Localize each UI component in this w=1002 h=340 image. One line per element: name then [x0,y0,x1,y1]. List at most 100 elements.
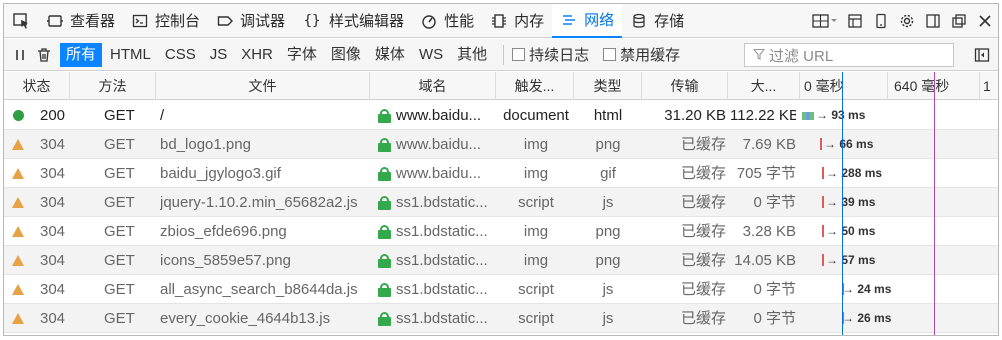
arrow-right-icon: → [824,137,840,151]
filter-fonts[interactable]: 字体 [281,43,323,67]
element-picker-button[interactable] [4,4,38,38]
clear-button[interactable] [32,39,56,71]
settings-button[interactable] [894,4,920,38]
cell-status: 304 [40,194,66,211]
status-cached-icon [12,313,24,324]
waterfall-time-label: → 93 ms [816,101,865,130]
persist-logs-box[interactable] [512,48,526,61]
arrow-right-icon: → [826,166,842,180]
cell-domain: www.baidu... [396,165,482,182]
cell-transferred: 已缓存 [680,194,726,211]
storage-icon [630,12,648,30]
waterfall-bar [806,112,810,120]
separate-window-button[interactable] [946,4,972,38]
url-filter-placeholder: 过滤 URL [769,47,834,65]
cell-cause: img [523,165,549,182]
phone-icon [876,13,886,29]
lock-icon [378,254,391,268]
column-domain[interactable]: 域名 [370,72,496,100]
waterfall-time: 57 ms [841,253,876,267]
pause-button[interactable] [8,39,32,71]
responsive-design-button[interactable] [808,4,842,38]
waterfall-time-label: → 24 ms [842,275,891,304]
url-filter-input[interactable]: 过滤 URL [744,43,954,67]
tab-style-editor[interactable]: {} 样式编辑器 [293,4,412,38]
sidebar-toggle-icon [974,48,990,62]
disable-cache-checkbox[interactable]: 禁用缓存 [603,44,680,65]
filter-images[interactable]: 图像 [325,43,367,67]
toggle-sidebar-button[interactable] [970,39,994,71]
cell-status: 304 [40,223,66,240]
cell-method: GET [104,107,135,124]
console-icon [131,12,149,30]
dock-side-button[interactable] [842,4,868,38]
split-console-button[interactable] [920,4,946,38]
filter-js[interactable]: JS [204,43,234,67]
trash-icon [38,47,50,62]
tab-network[interactable]: 网络 [552,4,623,38]
filter-all[interactable]: 所有 [60,42,103,67]
status-cached-icon [12,197,24,208]
column-size[interactable]: 大... [728,72,800,100]
table-row[interactable]: 304 GET all_async_search_b8644da.js ss1.bds… [4,275,998,304]
filter-css[interactable]: CSS [159,43,202,67]
cell-cause: script [518,194,554,211]
status-cached-icon [12,226,24,237]
tab-performance[interactable]: 性能 [412,4,482,38]
cell-file: bd_logo1.png [160,136,251,153]
cell-size: 0 字节 [753,310,796,327]
waterfall-time-label: → 39 ms [826,188,875,217]
waterfall-bar [822,254,824,266]
persist-logs-checkbox[interactable]: 持续日志 [512,44,589,65]
cell-method: GET [104,194,135,211]
waterfall-time: 39 ms [841,195,876,209]
table-row[interactable]: 304 GET zbios_efde696.png ss1.bdstatic... im… [4,217,998,246]
column-cause[interactable]: 触发... [496,72,574,100]
cell-size: 14.05 KB [734,252,796,269]
waterfall-scale-start[interactable]: 0 毫秒 [800,72,888,100]
filter-xhr[interactable]: XHR [235,43,279,67]
cell-size: 112.22 KB [730,107,796,124]
tab-debugger[interactable]: 调试器 [208,4,293,38]
status-cached-icon [12,284,24,295]
table-row[interactable]: 304 GET every_cookie_4644b13.js ss1.bdstati… [4,304,998,333]
tab-console[interactable]: 控制台 [123,4,208,38]
status-ok-icon [13,110,24,121]
responsive-design-icon [812,14,837,28]
filter-html[interactable]: HTML [104,43,157,67]
tab-memory[interactable]: 内存 [482,4,552,38]
waterfall-time: 26 ms [857,311,892,325]
tab-inspector[interactable]: 查看器 [38,4,123,38]
table-row[interactable]: 304 GET bd_logo1.png www.baidu... img png 已缓存 7… [4,130,998,159]
cell-cause: document [503,107,569,124]
column-method[interactable]: 方法 [70,72,156,100]
table-row[interactable]: 304 GET icons_5859e57.png ss1.bdstatic... im… [4,246,998,275]
cell-domain: www.baidu... [396,107,482,124]
cell-type: html [593,107,623,124]
cell-status: 304 [40,310,66,327]
filter-other[interactable]: 其他 [451,43,493,67]
column-transferred[interactable]: 传输 [642,72,728,100]
persist-logs-label: 持续日志 [529,47,590,64]
table-row[interactable]: 304 GET baidu_jgylogo3.gif www.baidu... img g… [4,159,998,188]
status-cached-icon [12,168,24,179]
arrow-right-icon: → [842,282,858,296]
close-devtools-button[interactable] [972,4,998,38]
table-row[interactable]: 200 GET / www.baidu... document html 31.20 KB 1… [4,101,998,130]
table-row[interactable]: 304 GET jquery-1.10.2.min_65682a2.js ss1.bd… [4,188,998,217]
cell-domain: ss1.bdstatic... [396,194,488,211]
filter-ws[interactable]: WS [413,43,449,67]
tab-storage[interactable]: 存储 [622,4,692,38]
cell-transferred: 已缓存 [680,252,726,269]
waterfall-scale-end[interactable]: 1 [980,72,998,100]
filter-media[interactable]: 媒体 [369,43,411,67]
request-table-header: 状态 方法 文件 域名 触发... 类型 传输 大... 0 毫秒 640 毫秒… [4,72,998,100]
column-file[interactable]: 文件 [156,72,370,100]
debugger-icon [216,12,234,30]
column-status[interactable]: 状态 [4,72,70,100]
lock-icon [378,196,391,210]
column-type[interactable]: 类型 [574,72,642,100]
device-button[interactable] [868,4,894,38]
disable-cache-box[interactable] [603,48,617,61]
cell-file: / [160,107,165,124]
